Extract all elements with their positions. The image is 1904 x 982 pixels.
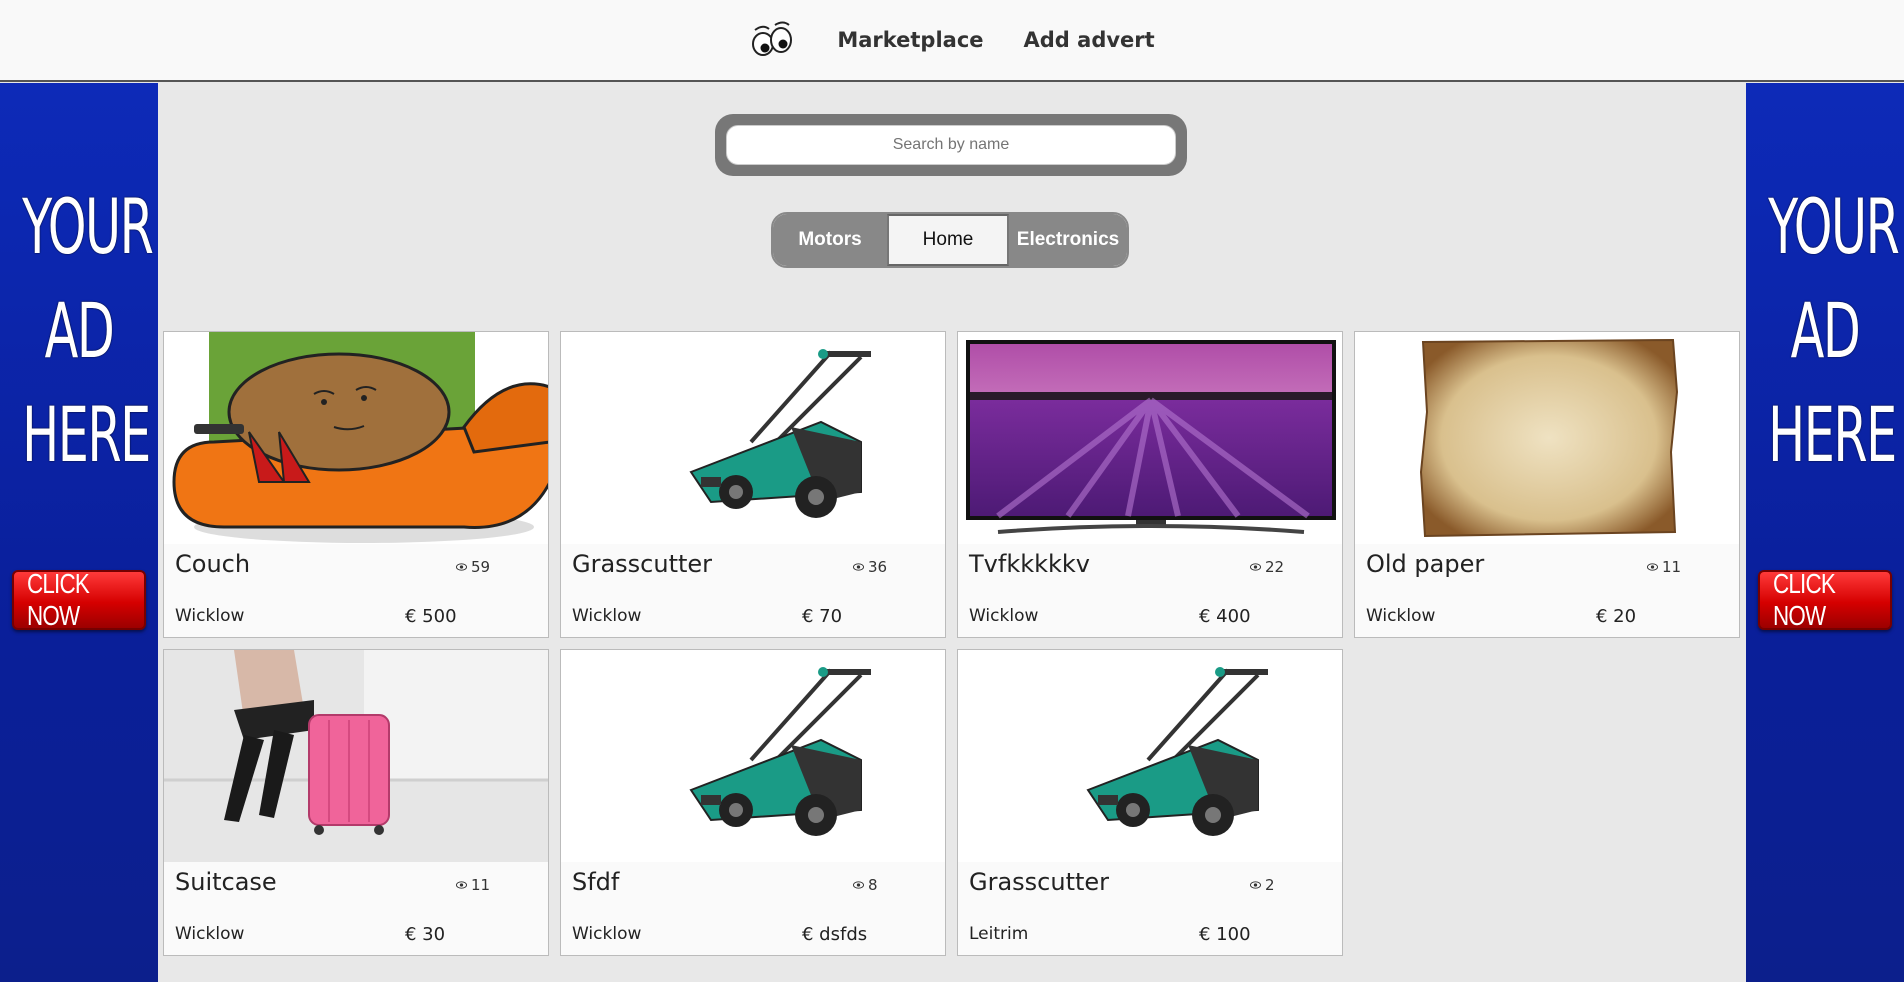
listing-card[interactable]: Suitcase 11 Wicklow € 30: [163, 649, 549, 956]
listing-card[interactable]: Grasscutter 36 Wicklow € 70: [560, 331, 946, 638]
nav-add-advert-link[interactable]: Add advert: [1024, 28, 1155, 52]
tv-lavender-image: [958, 332, 1342, 544]
tab-electronics[interactable]: Electronics: [1009, 214, 1127, 266]
listing-card[interactable]: Grasscutter 2 Leitrim € 100: [957, 649, 1343, 956]
listing-price: € dsfds: [802, 924, 868, 945]
eye-icon: [456, 563, 467, 571]
eye-icon: [853, 881, 864, 889]
ad-text-line: YOUR: [22, 182, 154, 271]
left-ad-banner[interactable]: YOUR AD HERE CLICK NOW: [0, 83, 158, 982]
listing-title: Sfdf: [572, 868, 620, 896]
listing-title: Grasscutter: [969, 868, 1110, 896]
ad-text-line: YOUR: [1768, 182, 1900, 271]
ad-text-line: HERE: [22, 390, 151, 479]
search-container: [715, 114, 1187, 176]
listing-price: € 30: [405, 924, 446, 945]
listing-card[interactable]: Sfdf 8 Wicklow € dsfds: [560, 649, 946, 956]
lawnmower-image: [958, 650, 1342, 862]
listing-price: € 70: [802, 606, 843, 627]
lawnmower-image: [561, 650, 945, 862]
top-navbar: Marketplace Add advert: [0, 0, 1904, 82]
views-count: 11: [471, 876, 491, 894]
listing-views: 11: [1647, 558, 1681, 576]
listing-title: Couch: [175, 550, 251, 578]
listing-views: 59: [456, 558, 490, 576]
ad-text-line: HERE: [1768, 390, 1897, 479]
listing-card[interactable]: Couch 59 Wicklow € 500: [163, 331, 549, 638]
ad-text-line: AD: [44, 286, 115, 375]
listing-title: Grasscutter: [572, 550, 713, 578]
listing-views: 11: [456, 876, 490, 894]
listing-views: 22: [1250, 558, 1284, 576]
ad-cta-label: CLICK NOW: [27, 568, 90, 631]
listing-location: Wicklow: [572, 606, 642, 626]
listing-price: € 500: [405, 606, 457, 627]
ad-click-now-button[interactable]: CLICK NOW: [12, 568, 146, 631]
ad-text-line: AD: [1790, 286, 1861, 375]
listing-card[interactable]: Tvfkkkkkv 22 Wicklow € 400: [957, 331, 1343, 638]
category-tabs: Motors Home Electronics: [771, 212, 1129, 268]
eye-icon: [1647, 563, 1658, 571]
listing-price: € 20: [1596, 606, 1637, 627]
listing-location: Wicklow: [1366, 606, 1436, 626]
views-count: 11: [1662, 558, 1682, 576]
nav-links: Marketplace Add advert: [0, 0, 1904, 80]
ad-text: YOUR AD HERE: [1768, 175, 1900, 487]
views-count: 36: [868, 558, 888, 576]
right-ad-banner[interactable]: YOUR AD HERE CLICK NOW: [1746, 83, 1904, 982]
views-count: 22: [1265, 558, 1285, 576]
nav-marketplace-link[interactable]: Marketplace: [837, 28, 983, 52]
eye-icon: [1250, 563, 1261, 571]
listing-title: Old paper: [1366, 550, 1485, 578]
listing-views: 2: [1250, 876, 1275, 894]
suitcase-image: [164, 650, 548, 862]
views-count: 59: [471, 558, 491, 576]
listing-location: Wicklow: [175, 924, 245, 944]
listing-views: 36: [853, 558, 887, 576]
tab-motors[interactable]: Motors: [773, 214, 887, 266]
listing-price: € 100: [1199, 924, 1251, 945]
tab-home[interactable]: Home: [887, 214, 1009, 266]
listing-location: Wicklow: [969, 606, 1039, 626]
ad-cta-label: CLICK NOW: [1773, 568, 1836, 631]
search-input[interactable]: [726, 125, 1176, 165]
eye-icon: [1250, 881, 1261, 889]
listing-views: 8: [853, 876, 878, 894]
listing-title: Suitcase: [175, 868, 277, 896]
eyes-logo-icon[interactable]: [749, 20, 797, 60]
lawnmower-image: [561, 332, 945, 544]
ad-text: YOUR AD HERE: [22, 175, 154, 487]
old-paper-image: [1355, 332, 1739, 544]
ad-click-now-button[interactable]: CLICK NOW: [1758, 568, 1892, 631]
views-count: 2: [1265, 876, 1275, 894]
listing-title: Tvfkkkkkv: [969, 550, 1091, 578]
listings-grid: Couch 59 Wicklow € 500 Grasscutter 36 Wi…: [163, 331, 1740, 956]
views-count: 8: [868, 876, 878, 894]
listing-location: Wicklow: [175, 606, 245, 626]
eye-icon: [456, 881, 467, 889]
listing-price: € 400: [1199, 606, 1251, 627]
couch-potato-image: [164, 332, 548, 544]
listing-location: Wicklow: [572, 924, 642, 944]
listing-card[interactable]: Old paper 11 Wicklow € 20: [1354, 331, 1740, 638]
eye-icon: [853, 563, 864, 571]
listing-location: Leitrim: [969, 924, 1029, 944]
